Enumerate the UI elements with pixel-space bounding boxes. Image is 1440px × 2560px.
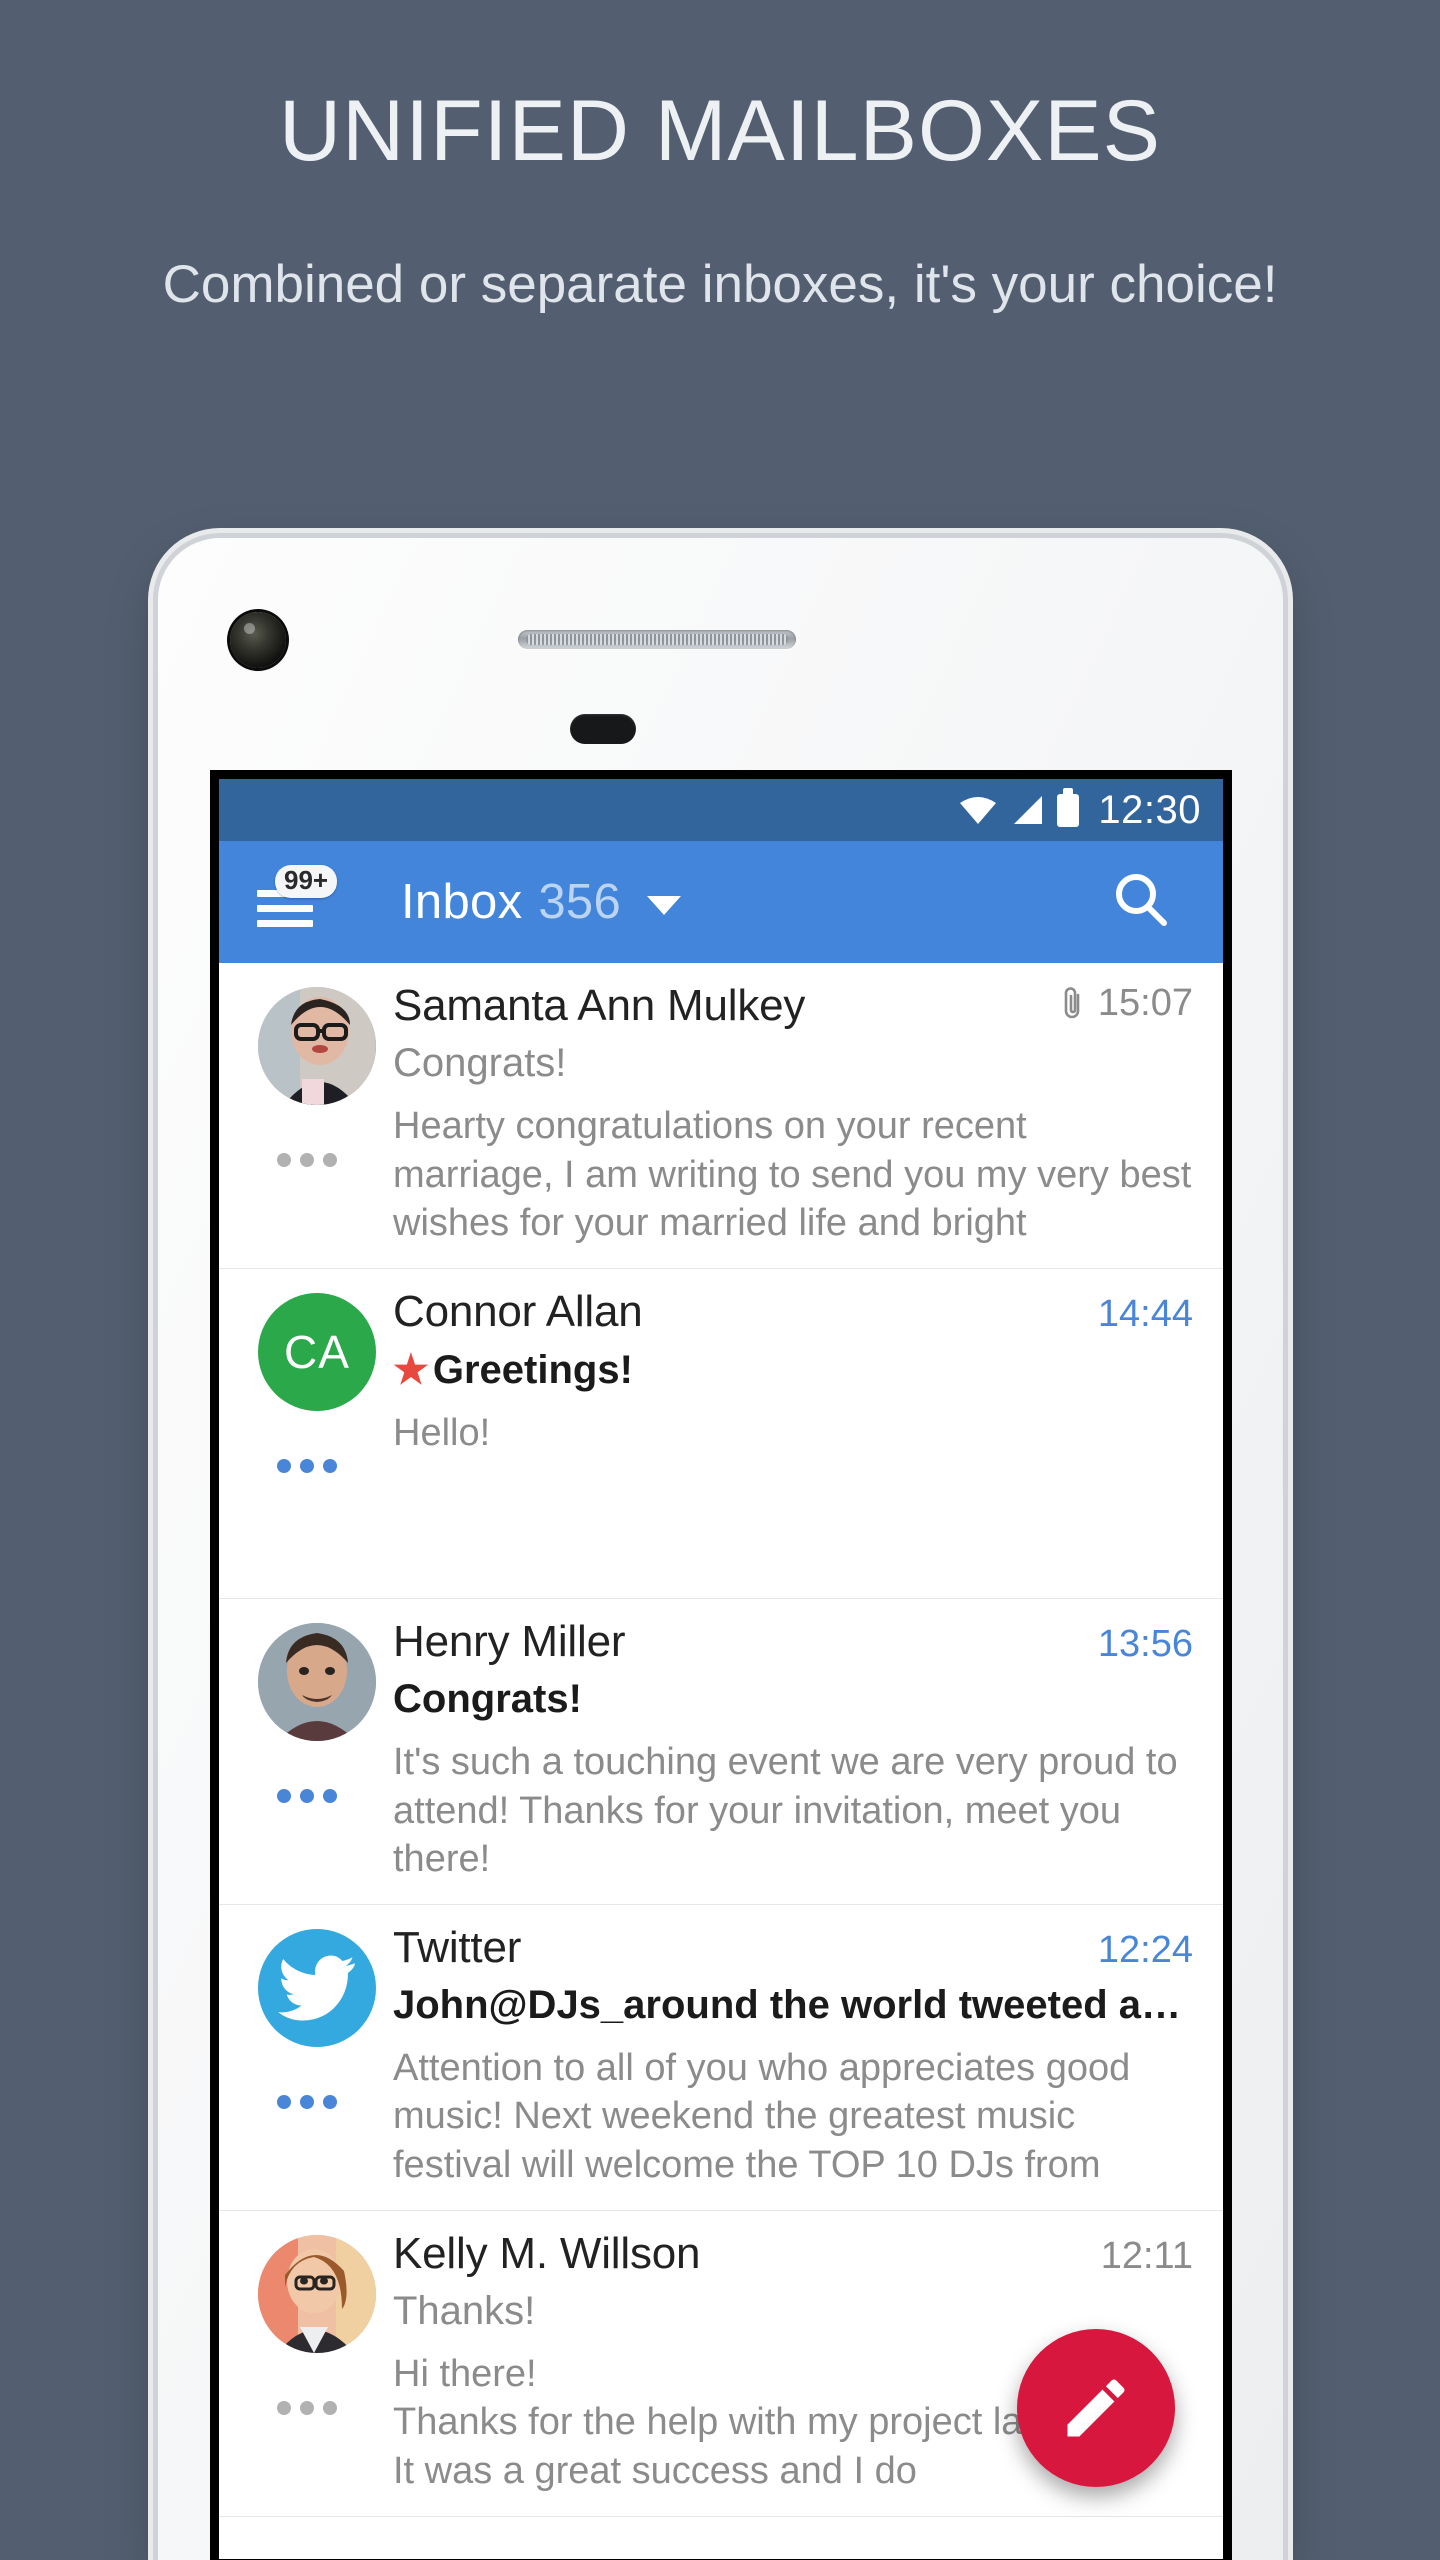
status-bar: 12:30: [219, 779, 1223, 841]
more-options-icon[interactable]: [277, 2400, 337, 2415]
front-camera-icon: [230, 612, 286, 668]
page-title: UNIFIED MAILBOXES: [279, 83, 1161, 179]
avatar[interactable]: [258, 1622, 376, 1741]
sender-name: Twitter: [393, 1922, 522, 1972]
earpiece-speaker: [518, 630, 796, 649]
unread-badge: 99+: [275, 865, 338, 898]
toolbar-title[interactable]: Inbox 356: [401, 874, 682, 930]
timestamp: 12:24: [1097, 1928, 1193, 1971]
compose-pencil-icon: [1067, 2379, 1125, 2437]
timestamp: 12:11: [1100, 2234, 1193, 2277]
more-options-icon[interactable]: [277, 1788, 337, 1803]
attachment-icon: [1060, 986, 1086, 1020]
list-item[interactable]: Henry Miller 13:56 Congrats! It's such a…: [219, 1598, 1223, 1905]
promo-screenshot: UNIFIED MAILBOXES Combined or separate i…: [0, 0, 1440, 2560]
mailbox-count: 356: [538, 875, 622, 929]
avatar[interactable]: [258, 2234, 376, 2353]
more-options-icon[interactable]: [277, 2094, 337, 2109]
sender-name: Henry Miller: [393, 1616, 626, 1666]
page-subtitle: Combined or separate inboxes, it's your …: [162, 255, 1278, 314]
chevron-down-icon[interactable]: [647, 895, 682, 915]
home-button[interactable]: [570, 714, 636, 744]
sender-name: Samanta Ann Mulkey: [393, 981, 806, 1030]
mailbox-name: Inbox: [401, 875, 523, 929]
phone-screen: 12:30 99+ Inbox 356 Samanta Ann Mulkey 1…: [210, 770, 1232, 2560]
snippet-text: Hearty congratulations on your recent ma…: [393, 1105, 1192, 1245]
search-icon[interactable]: [1107, 867, 1177, 937]
snippet-text: It's such a touching event we are very p…: [393, 1740, 1178, 1881]
avatar[interactable]: [258, 1928, 376, 2047]
more-options-icon[interactable]: [277, 1458, 337, 1473]
subject-text: Greetings!: [432, 1347, 633, 1392]
subject-line: Congrats!: [393, 1676, 582, 1721]
avatar[interactable]: CA: [258, 1292, 376, 1411]
star-icon[interactable]: ★: [393, 1348, 429, 1392]
phone-device-frame: 12:30 99+ Inbox 356 Samanta Ann Mulkey 1…: [158, 538, 1283, 2560]
more-options-icon[interactable]: [277, 1153, 337, 1167]
subject-line: Congrats!: [393, 1041, 567, 1085]
avatar-initials: CA: [284, 1325, 350, 1378]
snippet-text: Hello!: [393, 1411, 491, 1454]
twitter-bird-icon: [278, 1955, 355, 2021]
list-item[interactable]: Twitter 12:24 John@DJs_around the world …: [219, 1904, 1223, 2211]
list-item[interactable]: Samanta Ann Mulkey 15:07 Congrats! Heart…: [219, 963, 1223, 1269]
list-item[interactable]: CA Connor Allan 14:44 ★ Greetings! Hello…: [219, 1268, 1223, 1599]
sender-name: Connor Allan: [393, 1286, 643, 1336]
subject-line: John@DJs_around the world tweeted abo...: [393, 1982, 1193, 2027]
subject-line: Thanks!: [393, 2288, 536, 2333]
app-toolbar: 99+ Inbox 356: [219, 841, 1223, 963]
timestamp: 15:07: [1097, 981, 1193, 1024]
mail-list[interactable]: Samanta Ann Mulkey 15:07 Congrats! Heart…: [219, 963, 1223, 2559]
wifi-icon: [959, 795, 997, 825]
hamburger-menu-icon[interactable]: 99+: [253, 865, 338, 935]
signal-icon: [1010, 795, 1044, 825]
snippet-text: Attention to all of you who appreciates …: [393, 2046, 1131, 2186]
status-bar-clock: 12:30: [1098, 787, 1201, 832]
timestamp: 13:56: [1097, 1622, 1193, 1665]
sender-name: Kelly M. Willson: [393, 2228, 701, 2278]
avatar[interactable]: [258, 987, 376, 1105]
timestamp: 14:44: [1097, 1292, 1193, 1335]
battery-icon: [1057, 787, 1080, 827]
subject-line: ★ Greetings!: [393, 1347, 1193, 1393]
compose-fab-button[interactable]: [1017, 2329, 1175, 2487]
